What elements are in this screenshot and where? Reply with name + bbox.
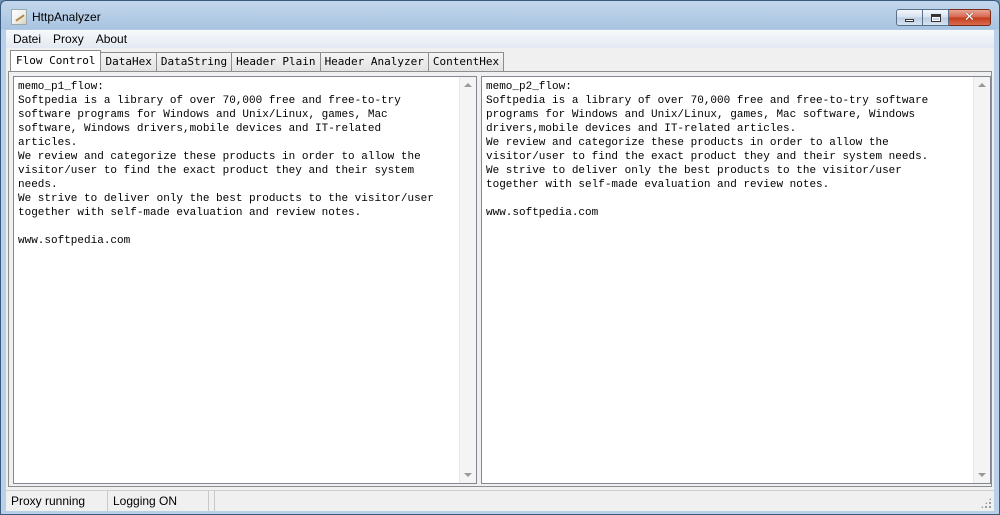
- scroll-up-icon[interactable]: [978, 83, 986, 87]
- maximize-button[interactable]: [923, 9, 949, 26]
- tab-strip: Flow Control DataHex DataString Header P…: [10, 50, 505, 71]
- window-controls: ✕: [896, 9, 991, 26]
- resize-grip-icon[interactable]: [980, 497, 992, 509]
- memo-p1-flow[interactable]: memo_p1_flow: Softpedia is a library of …: [13, 76, 477, 484]
- maximize-icon: [930, 13, 941, 22]
- minimize-button[interactable]: [896, 9, 923, 26]
- memo-p2-scrollbar[interactable]: [973, 77, 990, 483]
- client-area: Datei Proxy About Flow Control DataHex D…: [6, 30, 994, 511]
- tab-header-plain[interactable]: Header Plain: [231, 52, 321, 71]
- minimize-icon: [905, 18, 914, 22]
- menu-proxy[interactable]: Proxy: [48, 30, 89, 48]
- title-bar[interactable]: HttpAnalyzer ✕: [1, 1, 999, 30]
- scroll-down-icon[interactable]: [978, 473, 986, 477]
- window-title: HttpAnalyzer: [32, 10, 101, 24]
- menu-about[interactable]: About: [91, 30, 132, 48]
- flow-control-panel: memo_p1_flow: Softpedia is a library of …: [8, 71, 992, 487]
- tab-datahex[interactable]: DataHex: [100, 52, 157, 71]
- menu-datei[interactable]: Datei: [8, 30, 46, 48]
- memo-p1-text[interactable]: memo_p1_flow: Softpedia is a library of …: [18, 80, 458, 248]
- close-button[interactable]: ✕: [949, 9, 991, 26]
- tab-header-analyzer[interactable]: Header Analyzer: [319, 52, 429, 71]
- tab-datastring[interactable]: DataString: [155, 52, 233, 71]
- memo-p2-flow[interactable]: memo_p2_flow: Softpedia is a library of …: [481, 76, 991, 484]
- app-icon[interactable]: [11, 9, 27, 25]
- scroll-up-icon[interactable]: [464, 83, 472, 87]
- scroll-down-icon[interactable]: [464, 473, 472, 477]
- tab-contenthex[interactable]: ContentHex: [427, 52, 505, 71]
- status-proxy: Proxy running: [6, 491, 108, 511]
- menu-bar: Datei Proxy About: [6, 30, 994, 48]
- status-logging: Logging ON: [108, 491, 209, 511]
- status-bar: Proxy running Logging ON: [6, 490, 994, 511]
- status-empty: [209, 491, 215, 511]
- memo-p2-text[interactable]: memo_p2_flow: Softpedia is a library of …: [486, 80, 972, 220]
- app-window: HttpAnalyzer ✕ Datei Proxy About Flow Co…: [0, 0, 1000, 515]
- tab-flow-control[interactable]: Flow Control: [10, 50, 102, 71]
- close-icon: ✕: [964, 10, 975, 25]
- memo-p1-scrollbar[interactable]: [459, 77, 476, 483]
